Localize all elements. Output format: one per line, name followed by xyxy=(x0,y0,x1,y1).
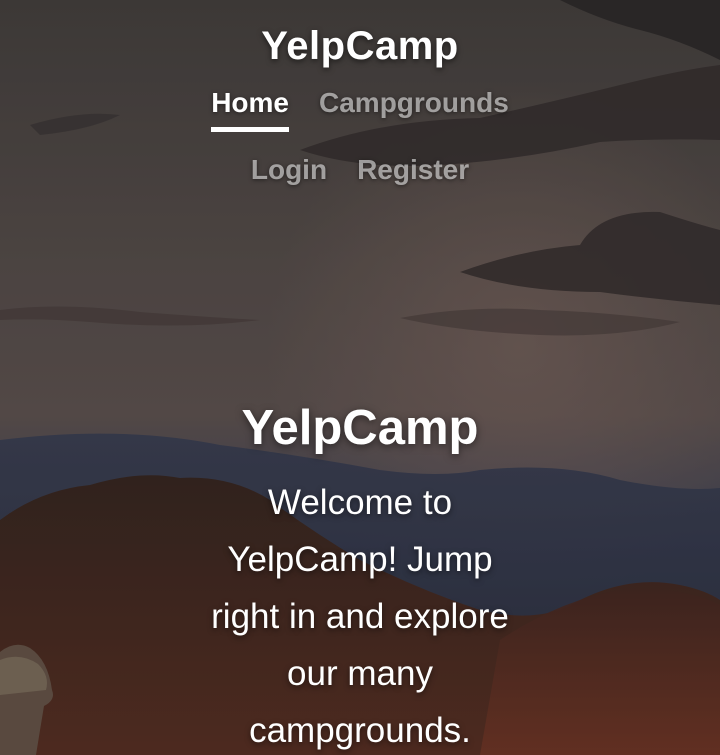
hero-welcome-text: Welcome to YelpCamp! Jump right in and e… xyxy=(211,483,509,750)
auth-nav: Login Register xyxy=(0,154,720,194)
nav-link-register[interactable]: Register xyxy=(357,154,469,194)
brand-title: YelpCamp xyxy=(261,24,459,68)
hero-title: YelpCamp xyxy=(241,401,479,455)
page: YelpCamp Home Campgrounds Login Register… xyxy=(0,0,720,755)
nav-link-home[interactable]: Home xyxy=(211,87,289,132)
nav-link-campgrounds[interactable]: Campgrounds xyxy=(319,87,509,132)
primary-nav: Home Campgrounds xyxy=(0,87,720,132)
nav-link-login[interactable]: Login xyxy=(251,154,327,194)
hero-section: YelpCamp Welcome to YelpCamp! Jump right… xyxy=(0,398,720,755)
